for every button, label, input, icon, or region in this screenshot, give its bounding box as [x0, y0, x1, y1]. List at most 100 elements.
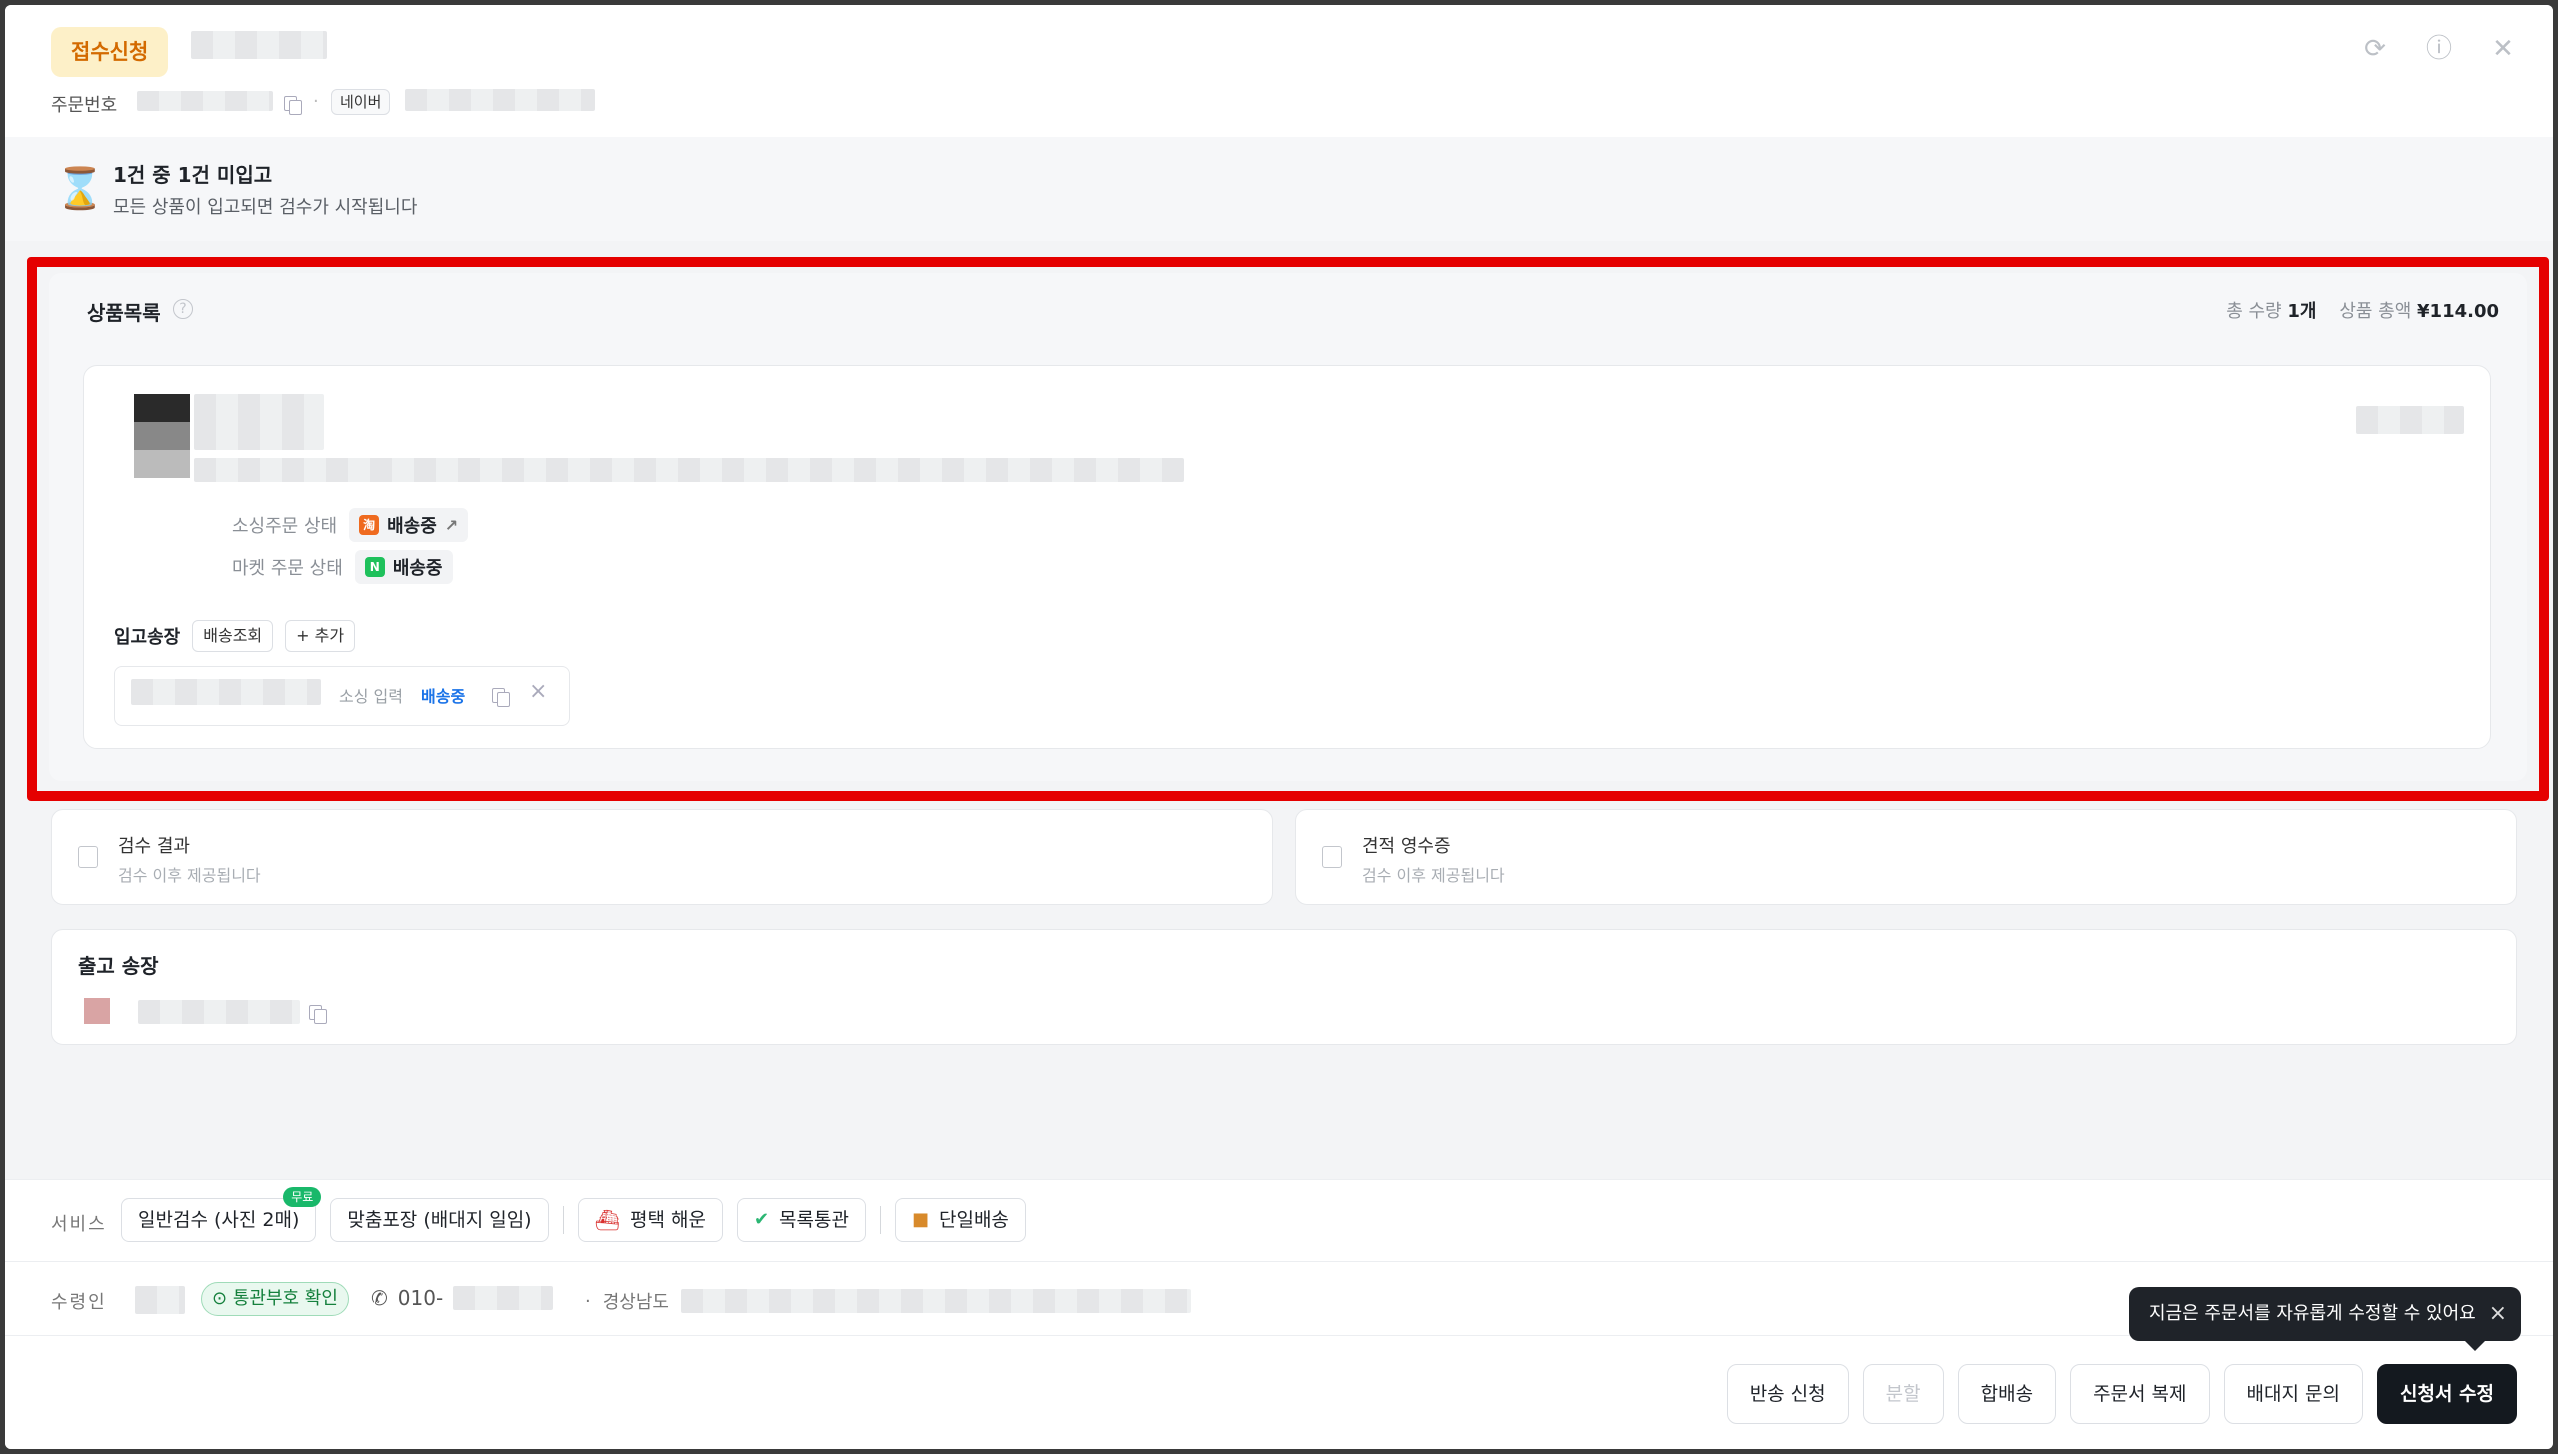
- service-chip-inspection[interactable]: 일반검수 (사진 2매) 무료: [121, 1187, 322, 1242]
- carrier-logo: [84, 998, 110, 1024]
- hourglass-icon: ⌛: [55, 166, 105, 212]
- product-item: 소싱주문 상태 淘 배송중 ↗ 마켓 주문 상태 N 배송중 입고송장 배송조회…: [83, 365, 2491, 749]
- close-icon[interactable]: ×: [529, 679, 547, 704]
- service-chip-label: 단일배송: [938, 1209, 1009, 1231]
- service-label: 서비스: [51, 1214, 107, 1235]
- redacted-channel-order: [405, 89, 595, 111]
- inspection-title: 검수 결과: [118, 836, 190, 857]
- service-items: 일반검수 (사진 2매) 무료 맞춤포장 (배대지 일임) ⛴ 평택 해운 ✔ …: [121, 1187, 1026, 1242]
- redacted-receiver-name: [135, 1286, 185, 1314]
- sourcing-status-row: 소싱주문 상태 淘 배송중 ↗: [232, 508, 469, 542]
- image-icon: [78, 846, 98, 868]
- service-chip-packing[interactable]: 맞춤포장 (배대지 일임): [330, 1198, 549, 1242]
- tracking-entry: 소싱 입력 배송중 ×: [114, 666, 570, 726]
- redacted-title: [191, 31, 327, 59]
- taobao-logo-icon: 淘: [359, 515, 380, 535]
- free-badge: 무료: [283, 1187, 322, 1207]
- receipt-subtitle: 검수 이후 제공됩니다: [1362, 866, 1505, 885]
- tracking-status[interactable]: 배송중: [421, 683, 465, 707]
- redacted-product-name: [194, 394, 324, 450]
- inspection-subtitle: 검수 이후 제공됩니다: [118, 866, 261, 885]
- copy-icon[interactable]: [283, 95, 302, 115]
- close-icon[interactable]: ✕: [2489, 35, 2517, 63]
- status-badge: 접수신청: [51, 27, 169, 77]
- edit-application-button[interactable]: 신청서 수정: [2376, 1364, 2517, 1424]
- product-thumbnail[interactable]: [134, 394, 190, 478]
- sourcing-status-value: 배송중: [387, 516, 437, 537]
- service-bar: 서비스 일반검수 (사진 2매) 무료 맞춤포장 (배대지 일임) ⛴ 평택 해…: [5, 1179, 2553, 1261]
- customs-chip-label: 통관부호 확인: [232, 1288, 338, 1309]
- product-list-card: 상품목록 ? 총 수량 1개 상품 총액 ¥114.00 소싱주문 상태 淘 배…: [49, 273, 2527, 781]
- modal-header: 접수신청 주문번호 · 네이버 ⟳ ⓘ ✕: [5, 5, 2553, 137]
- service-chip-label: 맞춤포장 (배대지 일임): [347, 1209, 532, 1231]
- product-list-title: 상품목록: [87, 301, 161, 325]
- phone-prefix: 010-: [397, 1286, 444, 1310]
- sourcing-status-chip[interactable]: 淘 배송중 ↗: [349, 508, 469, 542]
- redacted-phone: [453, 1286, 554, 1310]
- service-chip-shipping[interactable]: ⛴ 평택 해운: [577, 1198, 723, 1242]
- combine-shipping-button[interactable]: 합배송: [1957, 1364, 2057, 1424]
- redacted-outbound-number: [138, 1000, 300, 1024]
- inspection-result-card: 검수 결과 검수 이후 제공됩니다: [51, 809, 1273, 905]
- market-status-row: 마켓 주문 상태 N 배송중: [232, 550, 453, 584]
- redacted-order-number: [137, 91, 273, 111]
- notice-subtitle: 모든 상품이 입고되면 검수가 시작됩니다: [113, 197, 418, 218]
- receipt-card: 견적 영수증 검수 이후 제공됩니다: [1295, 809, 2517, 905]
- track-shipment-button[interactable]: 배송조회: [192, 620, 274, 652]
- ship-icon: ⛴: [594, 1208, 620, 1232]
- service-chip-label: 목록통관: [779, 1209, 849, 1231]
- redacted-tracking-number: [131, 679, 321, 705]
- receipt-title: 견적 영수증: [1362, 836, 1451, 857]
- tracking-source: 소싱 입력: [339, 687, 403, 706]
- copy-icon[interactable]: [308, 1004, 327, 1024]
- tooltip-text: 지금은 주문서를 자유롭게 수정할 수 있어요: [2149, 1303, 2476, 1324]
- return-request-button[interactable]: 반송 신청: [1726, 1364, 1849, 1424]
- service-chip-customs[interactable]: ✔ 목록통관: [736, 1198, 866, 1242]
- market-status-label: 마켓 주문 상태: [232, 558, 343, 579]
- order-detail-modal: 접수신청 주문번호 · 네이버 ⟳ ⓘ ✕ ⌛ 1건 중 1건 미입고 모든 상…: [5, 5, 2553, 1449]
- market-status-value: 배송중: [392, 558, 443, 579]
- divider: [562, 1206, 564, 1234]
- check-circle-icon: ⊙: [212, 1288, 228, 1309]
- receiver-address: · 경상남도: [585, 1288, 1191, 1314]
- inbound-tracking-label: 입고송장: [114, 627, 181, 648]
- modal-footer: 반송 신청 분할 합배송 주문서 복제 배대지 문의 신청서 수정: [5, 1335, 2553, 1449]
- receiver-phone: ✆ 010-: [371, 1286, 554, 1310]
- separator: ·: [313, 91, 319, 112]
- total-qty-label: 총 수량: [2226, 301, 2282, 322]
- external-link-icon: ↗: [444, 515, 459, 535]
- total-qty-value: 1개: [2287, 301, 2317, 322]
- service-chip-label: 평택 해운: [629, 1209, 706, 1231]
- inbound-notice: ⌛ 1건 중 1건 미입고 모든 상품이 입고되면 검수가 시작됩니다: [5, 137, 2553, 241]
- check-doc-icon: ✔: [753, 1209, 770, 1230]
- notice-title: 1건 중 1건 미입고: [113, 163, 273, 187]
- product-summary: 총 수량 1개 상품 총액 ¥114.00: [2226, 297, 2499, 323]
- edit-tooltip: 지금은 주문서를 자유롭게 수정할 수 있어요 ×: [2129, 1287, 2521, 1351]
- total-amount-value: ¥114.00: [2417, 301, 2499, 322]
- customs-code-chip[interactable]: ⊙ 통관부호 확인: [201, 1282, 349, 1316]
- header-actions: ⟳ ⓘ ✕: [2361, 35, 2517, 63]
- document-icon: [1322, 846, 1342, 868]
- help-icon[interactable]: ⓘ: [2425, 35, 2453, 63]
- forwarder-inquiry-button[interactable]: 배대지 문의: [2223, 1364, 2363, 1424]
- channel-tag: 네이버: [331, 89, 391, 115]
- copy-icon[interactable]: [491, 687, 510, 707]
- outbound-tracking-card: 출고 송장: [51, 929, 2517, 1045]
- divider: [879, 1206, 881, 1234]
- market-status-chip: N 배송중: [354, 550, 453, 584]
- redacted-product-option: [194, 458, 1184, 482]
- split-button[interactable]: 분할: [1862, 1364, 1944, 1424]
- help-icon[interactable]: ?: [173, 299, 193, 319]
- total-amount-label: 상품 총액: [2339, 301, 2412, 322]
- service-chip-delivery[interactable]: ■ 단일배송: [894, 1198, 1026, 1242]
- redacted-address: [680, 1289, 1191, 1313]
- receiver-label: 수령인: [51, 1292, 107, 1313]
- naver-logo-icon: N: [364, 557, 385, 577]
- order-number-label: 주문번호: [51, 95, 118, 116]
- duplicate-order-button[interactable]: 주문서 복제: [2070, 1364, 2210, 1424]
- close-icon[interactable]: ×: [2489, 1287, 2507, 1341]
- add-tracking-button[interactable]: + 추가: [285, 620, 356, 652]
- refresh-icon[interactable]: ⟳: [2361, 35, 2389, 63]
- address-prefix: 경상남도: [602, 1292, 669, 1313]
- address-separator: ·: [585, 1290, 591, 1312]
